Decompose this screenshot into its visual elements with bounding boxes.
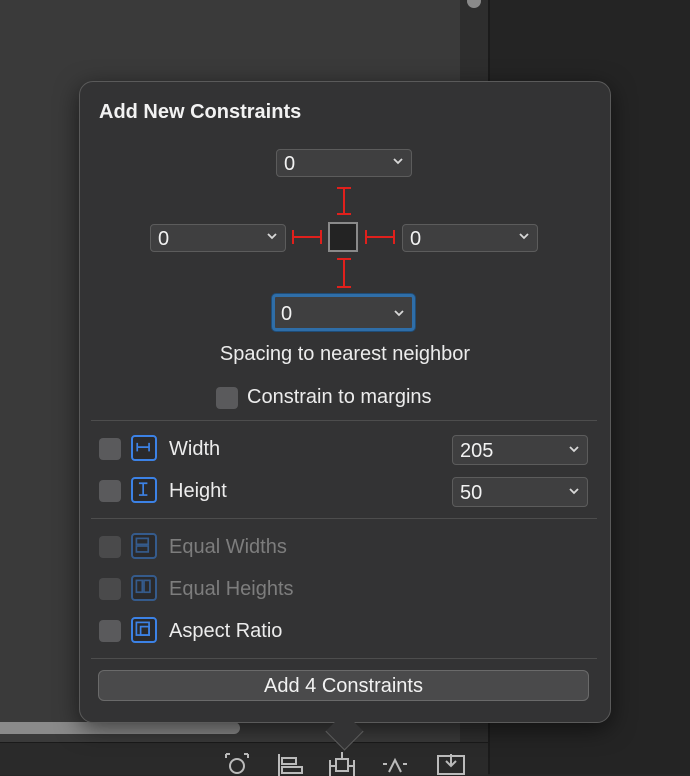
spacing-caption-text: Spacing to nearest neighbor xyxy=(219,343,471,365)
equal-widths-label: Equal Widths xyxy=(169,536,287,558)
trailing-spacing-value: 0 xyxy=(410,228,422,250)
height-label: Height xyxy=(169,480,227,502)
equal-heights-label: Equal Heights xyxy=(169,578,294,600)
chevron-down-icon xyxy=(393,158,403,165)
height-value-field[interactable]: 50 xyxy=(452,477,588,507)
aspect-ratio-label: Aspect Ratio xyxy=(169,620,283,642)
separator xyxy=(91,518,597,519)
height-value: 50 xyxy=(460,482,483,504)
equal-widths-checkbox[interactable] xyxy=(99,536,121,558)
spacing-caption: Spacing to nearest neighbor xyxy=(0,343,690,366)
equal-heights-icon xyxy=(131,575,157,601)
resolve-auto-layout-icon[interactable] xyxy=(380,752,410,776)
chevron-down-icon xyxy=(394,310,404,317)
add-new-constraints-icon[interactable] xyxy=(327,752,357,776)
top-strut-icon[interactable] xyxy=(334,186,354,218)
embed-in-icon[interactable] xyxy=(436,752,466,776)
width-label: Width xyxy=(169,438,221,460)
width-constraint-icon xyxy=(131,435,157,461)
update-frames-icon[interactable] xyxy=(222,752,252,776)
constrain-to-margins-checkbox[interactable] xyxy=(216,387,238,409)
chevron-down-icon xyxy=(569,446,579,453)
width-checkbox[interactable] xyxy=(99,438,121,460)
bottom-strut-icon[interactable] xyxy=(334,256,354,290)
constrain-to-margins-label: Constrain to margins xyxy=(247,386,432,408)
aspect-ratio-checkbox[interactable] xyxy=(99,620,121,642)
trailing-spacing-field[interactable]: 0 xyxy=(402,224,538,252)
top-spacing-value: 0 xyxy=(284,153,296,175)
height-checkbox[interactable] xyxy=(99,480,121,502)
top-spacing-field[interactable]: 0 xyxy=(276,149,412,177)
align-icon[interactable] xyxy=(276,752,306,776)
equal-widths-icon xyxy=(131,533,157,559)
width-value: 205 xyxy=(460,440,494,462)
bottom-spacing-value: 0 xyxy=(281,303,293,325)
height-constraint-icon xyxy=(131,477,157,503)
equal-heights-checkbox[interactable] xyxy=(99,578,121,600)
aspect-ratio-icon xyxy=(131,617,157,643)
trailing-strut-icon[interactable] xyxy=(363,227,397,247)
view-placeholder-square xyxy=(328,222,358,252)
leading-strut-icon[interactable] xyxy=(290,227,324,247)
chevron-down-icon xyxy=(267,233,277,240)
chevron-down-icon xyxy=(569,488,579,495)
leading-spacing-field[interactable]: 0 xyxy=(150,224,286,252)
separator xyxy=(91,420,597,421)
chevron-down-icon xyxy=(519,233,529,240)
bottom-spacing-field[interactable]: 0 xyxy=(272,294,415,331)
horizontal-scrollbar-thumb[interactable] xyxy=(0,722,240,734)
width-value-field[interactable]: 205 xyxy=(452,435,588,465)
leading-spacing-value: 0 xyxy=(158,228,170,250)
separator xyxy=(91,658,597,659)
add-constraints-button[interactable]: Add 4 Constraints xyxy=(98,670,589,701)
popover-title: Add New Constraints xyxy=(99,101,302,123)
